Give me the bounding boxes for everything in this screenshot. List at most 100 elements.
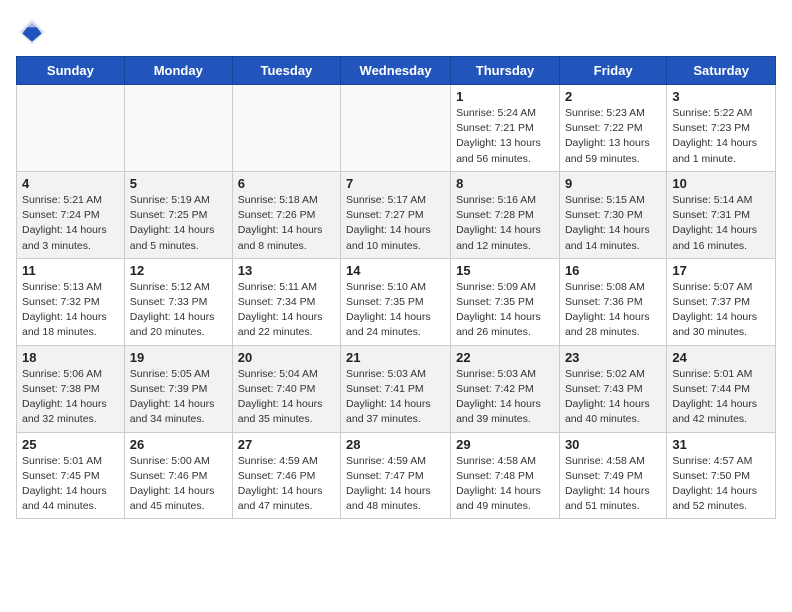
day-info: Sunrise: 5:09 AM Sunset: 7:35 PM Dayligh…	[456, 280, 554, 341]
day-number: 13	[238, 263, 335, 278]
day-number: 28	[346, 437, 445, 452]
day-number: 3	[672, 89, 770, 104]
day-number: 31	[672, 437, 770, 452]
calendar-cell: 19 Sunrise: 5:05 AM Sunset: 7:39 PM Dayli…	[124, 345, 232, 432]
calendar-week-row: 1Sunrise: 5:24 AM Sunset: 7:21 PM Daylig…	[17, 85, 776, 172]
calendar-cell	[232, 85, 340, 172]
calendar-cell: 20 Sunrise: 5:04 AM Sunset: 7:40 PM Dayli…	[232, 345, 340, 432]
calendar-table: SundayMondayTuesdayWednesdayThursdayFrid…	[16, 56, 776, 519]
day-number: 18	[22, 350, 119, 365]
day-number: 2	[565, 89, 661, 104]
calendar-cell: 10 Sunrise: 5:14 AM Sunset: 7:31 PM Dayli…	[667, 171, 776, 258]
day-number: 9	[565, 176, 661, 191]
calendar-cell: 8 Sunrise: 5:16 AM Sunset: 7:28 PM Daylig…	[451, 171, 560, 258]
day-info: Sunrise: 5:15 AM Sunset: 7:30 PM Dayligh…	[565, 193, 661, 254]
day-info: Sunrise: 5:10 AM Sunset: 7:35 PM Dayligh…	[346, 280, 445, 341]
day-info: Sunrise: 5:08 AM Sunset: 7:36 PM Dayligh…	[565, 280, 661, 341]
day-number: 22	[456, 350, 554, 365]
col-header-sunday: Sunday	[17, 57, 125, 85]
calendar-cell: 14Sunrise: 5:10 AM Sunset: 7:35 PM Dayli…	[341, 258, 451, 345]
day-info: Sunrise: 4:59 AM Sunset: 7:47 PM Dayligh…	[346, 454, 445, 515]
day-number: 8	[456, 176, 554, 191]
day-number: 23	[565, 350, 661, 365]
day-number: 4	[22, 176, 119, 191]
day-number: 11	[22, 263, 119, 278]
day-number: 7	[346, 176, 445, 191]
day-number: 21	[346, 350, 445, 365]
day-info: Sunrise: 5:13 AM Sunset: 7:32 PM Dayligh…	[22, 280, 119, 341]
calendar-week-row: 18 Sunrise: 5:06 AM Sunset: 7:38 PM Dayli…	[17, 345, 776, 432]
day-info: Sunrise: 5:02 AM Sunset: 7:43 PM Dayligh…	[565, 367, 661, 428]
day-number: 29	[456, 437, 554, 452]
day-info: Sunrise: 5:01 AM Sunset: 7:45 PM Dayligh…	[22, 454, 119, 515]
calendar-cell: 21 Sunrise: 5:03 AM Sunset: 7:41 PM Dayli…	[341, 345, 451, 432]
calendar-cell	[17, 85, 125, 172]
day-number: 24	[672, 350, 770, 365]
day-info: Sunrise: 4:57 AM Sunset: 7:50 PM Dayligh…	[672, 454, 770, 515]
day-number: 19	[130, 350, 227, 365]
col-header-tuesday: Tuesday	[232, 57, 340, 85]
day-info: Sunrise: 5:12 AM Sunset: 7:33 PM Dayligh…	[130, 280, 227, 341]
calendar-cell: 4 Sunrise: 5:21 AM Sunset: 7:24 PM Daylig…	[17, 171, 125, 258]
day-number: 26	[130, 437, 227, 452]
calendar-cell: 12 Sunrise: 5:12 AM Sunset: 7:33 PM Dayli…	[124, 258, 232, 345]
calendar-cell: 7 Sunrise: 5:17 AM Sunset: 7:27 PM Daylig…	[341, 171, 451, 258]
day-number: 10	[672, 176, 770, 191]
day-info: Sunrise: 4:59 AM Sunset: 7:46 PM Dayligh…	[238, 454, 335, 515]
calendar-cell: 31 Sunrise: 4:57 AM Sunset: 7:50 PM Dayli…	[667, 432, 776, 519]
calendar-cell: 3 Sunrise: 5:22 AM Sunset: 7:23 PM Daylig…	[667, 85, 776, 172]
col-header-monday: Monday	[124, 57, 232, 85]
day-number: 5	[130, 176, 227, 191]
day-info: Sunrise: 5:04 AM Sunset: 7:40 PM Dayligh…	[238, 367, 335, 428]
calendar-cell: 13Sunrise: 5:11 AM Sunset: 7:34 PM Dayli…	[232, 258, 340, 345]
day-number: 30	[565, 437, 661, 452]
day-info: Sunrise: 5:19 AM Sunset: 7:25 PM Dayligh…	[130, 193, 227, 254]
day-info: Sunrise: 5:23 AM Sunset: 7:22 PM Dayligh…	[565, 106, 661, 167]
day-number: 6	[238, 176, 335, 191]
day-info: Sunrise: 5:00 AM Sunset: 7:46 PM Dayligh…	[130, 454, 227, 515]
calendar-cell: 24 Sunrise: 5:01 AM Sunset: 7:44 PM Dayli…	[667, 345, 776, 432]
calendar-cell: 1Sunrise: 5:24 AM Sunset: 7:21 PM Daylig…	[451, 85, 560, 172]
calendar-cell: 2 Sunrise: 5:23 AM Sunset: 7:22 PM Daylig…	[559, 85, 666, 172]
day-info: Sunrise: 5:05 AM Sunset: 7:39 PM Dayligh…	[130, 367, 227, 428]
day-info: Sunrise: 5:18 AM Sunset: 7:26 PM Dayligh…	[238, 193, 335, 254]
calendar-header-row: SundayMondayTuesdayWednesdayThursdayFrid…	[17, 57, 776, 85]
calendar-week-row: 11 Sunrise: 5:13 AM Sunset: 7:32 PM Dayli…	[17, 258, 776, 345]
calendar-cell: 30Sunrise: 4:58 AM Sunset: 7:49 PM Dayli…	[559, 432, 666, 519]
day-info: Sunrise: 5:22 AM Sunset: 7:23 PM Dayligh…	[672, 106, 770, 167]
calendar-cell: 9 Sunrise: 5:15 AM Sunset: 7:30 PM Daylig…	[559, 171, 666, 258]
day-number: 27	[238, 437, 335, 452]
calendar-cell: 17Sunrise: 5:07 AM Sunset: 7:37 PM Dayli…	[667, 258, 776, 345]
day-number: 12	[130, 263, 227, 278]
day-info: Sunrise: 5:03 AM Sunset: 7:42 PM Dayligh…	[456, 367, 554, 428]
calendar-cell: 25 Sunrise: 5:01 AM Sunset: 7:45 PM Dayli…	[17, 432, 125, 519]
day-info: Sunrise: 5:21 AM Sunset: 7:24 PM Dayligh…	[22, 193, 119, 254]
calendar-cell: 29 Sunrise: 4:58 AM Sunset: 7:48 PM Dayli…	[451, 432, 560, 519]
day-number: 20	[238, 350, 335, 365]
day-info: Sunrise: 5:16 AM Sunset: 7:28 PM Dayligh…	[456, 193, 554, 254]
calendar-cell: 11 Sunrise: 5:13 AM Sunset: 7:32 PM Dayli…	[17, 258, 125, 345]
col-header-saturday: Saturday	[667, 57, 776, 85]
day-info: Sunrise: 5:01 AM Sunset: 7:44 PM Dayligh…	[672, 367, 770, 428]
day-number: 25	[22, 437, 119, 452]
calendar-cell: 27 Sunrise: 4:59 AM Sunset: 7:46 PM Dayli…	[232, 432, 340, 519]
day-info: Sunrise: 4:58 AM Sunset: 7:48 PM Dayligh…	[456, 454, 554, 515]
logo	[16, 16, 52, 48]
calendar-cell: 15Sunrise: 5:09 AM Sunset: 7:35 PM Dayli…	[451, 258, 560, 345]
calendar-cell	[124, 85, 232, 172]
day-number: 16	[565, 263, 661, 278]
calendar-cell: 18 Sunrise: 5:06 AM Sunset: 7:38 PM Dayli…	[17, 345, 125, 432]
day-info: Sunrise: 5:06 AM Sunset: 7:38 PM Dayligh…	[22, 367, 119, 428]
day-info: Sunrise: 5:24 AM Sunset: 7:21 PM Dayligh…	[456, 106, 554, 167]
calendar-cell: 16 Sunrise: 5:08 AM Sunset: 7:36 PM Dayli…	[559, 258, 666, 345]
calendar-week-row: 25 Sunrise: 5:01 AM Sunset: 7:45 PM Dayli…	[17, 432, 776, 519]
day-info: Sunrise: 5:17 AM Sunset: 7:27 PM Dayligh…	[346, 193, 445, 254]
day-info: Sunrise: 5:03 AM Sunset: 7:41 PM Dayligh…	[346, 367, 445, 428]
calendar-cell: 22 Sunrise: 5:03 AM Sunset: 7:42 PM Dayli…	[451, 345, 560, 432]
calendar-week-row: 4 Sunrise: 5:21 AM Sunset: 7:24 PM Daylig…	[17, 171, 776, 258]
day-info: Sunrise: 5:14 AM Sunset: 7:31 PM Dayligh…	[672, 193, 770, 254]
calendar-cell: 23 Sunrise: 5:02 AM Sunset: 7:43 PM Dayli…	[559, 345, 666, 432]
day-info: Sunrise: 5:07 AM Sunset: 7:37 PM Dayligh…	[672, 280, 770, 341]
calendar-cell: 28 Sunrise: 4:59 AM Sunset: 7:47 PM Dayli…	[341, 432, 451, 519]
calendar-cell: 5 Sunrise: 5:19 AM Sunset: 7:25 PM Daylig…	[124, 171, 232, 258]
